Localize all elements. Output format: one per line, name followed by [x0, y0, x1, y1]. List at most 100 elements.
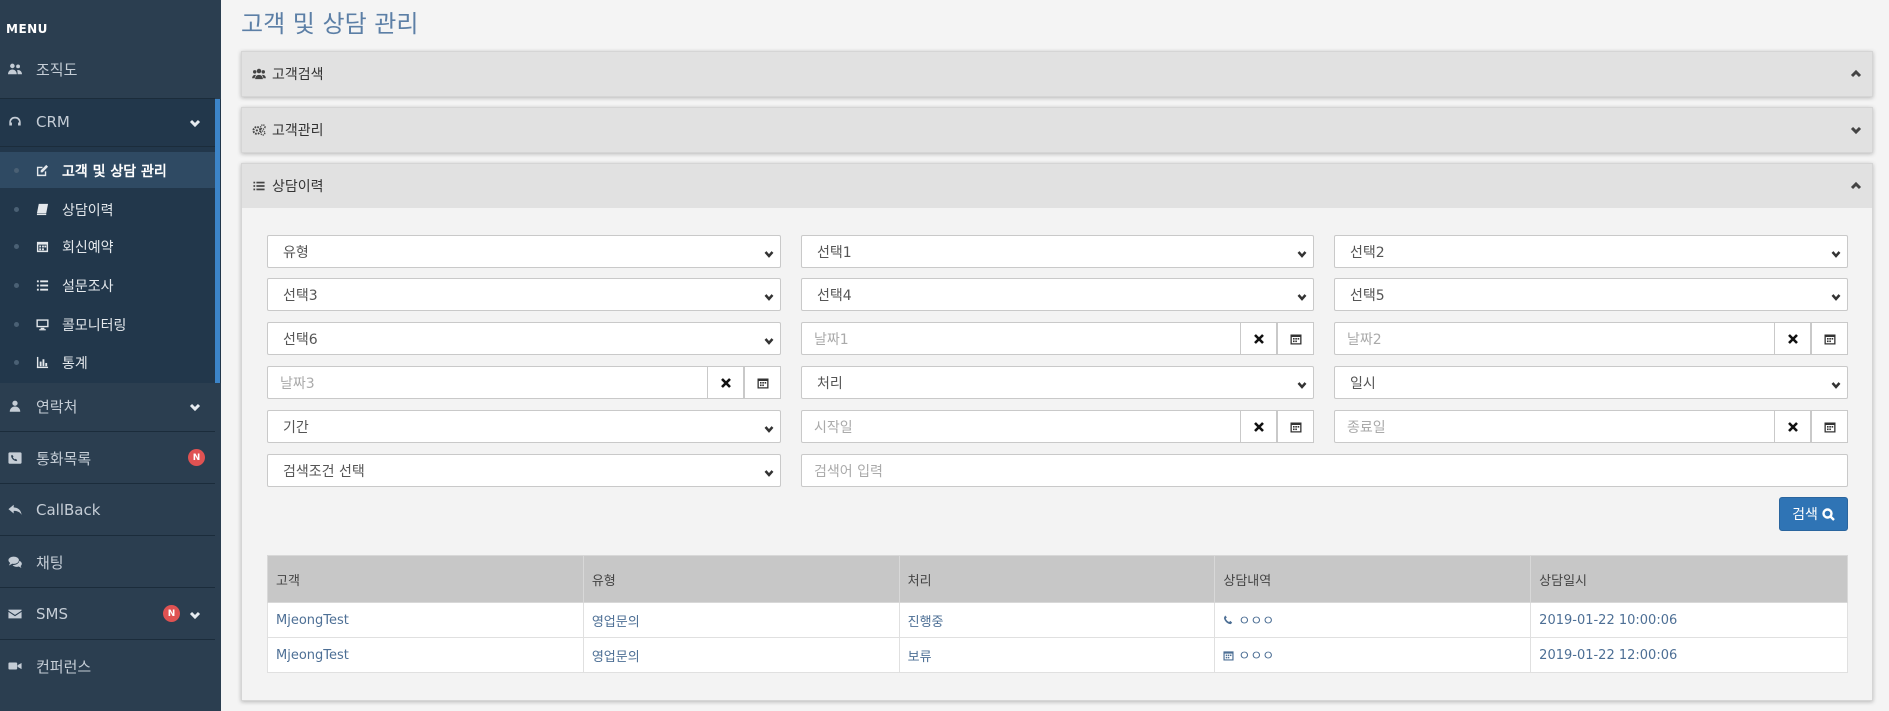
- envelope-icon: [6, 607, 24, 621]
- reply-icon: [6, 503, 24, 517]
- date2-input[interactable]: 날짜2: [1334, 322, 1848, 355]
- panel-header-customer-search[interactable]: 고객검색: [242, 52, 1872, 96]
- sidebar-item-chat[interactable]: 채팅: [0, 540, 221, 584]
- date2-calendar-button[interactable]: [1811, 322, 1848, 355]
- detail-text: ㅇㅇㅇ: [1238, 649, 1275, 664]
- chevron-down-icon: [764, 334, 774, 345]
- select1-select[interactable]: 선택1: [801, 235, 1314, 268]
- sidebar-subitem-callback-reservation[interactable]: 회신예약: [0, 228, 215, 264]
- type-cell: 영업문의: [582, 637, 900, 673]
- panel-header-consult-history[interactable]: 상담이력: [242, 164, 1872, 208]
- edit-icon: [34, 163, 50, 177]
- end-date-input[interactable]: 종료일: [1334, 410, 1848, 443]
- sidebar-subitem-statistics[interactable]: 통계: [0, 344, 215, 380]
- sidebar-subitem-consult-history[interactable]: 상담이력: [0, 191, 215, 227]
- search-condition-select[interactable]: 검색조건 선택: [267, 454, 781, 487]
- clear-date1-button[interactable]: [1240, 322, 1277, 355]
- clear-date2-button[interactable]: [1774, 322, 1811, 355]
- sidebar-item-contacts[interactable]: 연락처: [0, 384, 221, 428]
- detail-text: ㅇㅇㅇ: [1238, 614, 1275, 629]
- list-icon: [252, 180, 266, 192]
- table-row[interactable]: MjeongTest 영업문의 진행중 ㅇㅇㅇ 2019-01-22 10:00…: [267, 602, 1848, 638]
- calendar-icon: [757, 378, 768, 388]
- end-date-calendar-button[interactable]: [1811, 410, 1848, 443]
- book-icon: [34, 202, 50, 216]
- bullet-icon: [14, 207, 19, 212]
- select-value: 검색조건 선택: [283, 463, 365, 480]
- new-badge: N: [163, 605, 180, 622]
- menu-title: MENU: [6, 22, 48, 36]
- type-select[interactable]: 유형: [267, 235, 781, 268]
- chevron-down-icon: [189, 399, 201, 412]
- datetime-select[interactable]: 일시: [1334, 366, 1848, 399]
- select4-select[interactable]: 선택4: [801, 278, 1314, 311]
- users-icon: [252, 68, 266, 80]
- chevron-up-icon[interactable]: [1850, 180, 1862, 192]
- chevron-down-icon: [189, 607, 201, 620]
- column-header[interactable]: 유형: [582, 555, 900, 603]
- sidebar-item-conference[interactable]: 컨퍼런스: [0, 644, 221, 688]
- sidebar-item-crm[interactable]: CRM: [0, 100, 221, 144]
- start-date-input[interactable]: 시작일: [801, 410, 1314, 443]
- select2-select[interactable]: 선택2: [1334, 235, 1848, 268]
- keyword-input[interactable]: 검색어 입력: [801, 454, 1848, 487]
- date1-input[interactable]: 날짜1: [801, 322, 1314, 355]
- table-row[interactable]: MjeongTest 영업문의 보류 ㅇㅇㅇ 2019-01-22 12:00:…: [267, 637, 1848, 673]
- bullet-icon: [14, 244, 19, 249]
- sidebar-subitem-customer-consult[interactable]: 고객 및 상담 관리: [0, 152, 215, 188]
- close-icon: [720, 377, 731, 388]
- clear-end-date-button[interactable]: [1774, 410, 1811, 443]
- select3-select[interactable]: 선택3: [267, 278, 781, 311]
- column-header[interactable]: 고객: [267, 555, 584, 603]
- cogs-icon: [252, 124, 266, 136]
- chevron-down-icon[interactable]: [1850, 124, 1862, 136]
- sidebar-subitem-survey[interactable]: 설문조사: [0, 267, 215, 303]
- user-icon: [6, 399, 24, 413]
- divider: [0, 639, 215, 640]
- input-placeholder: 검색어 입력: [814, 463, 883, 480]
- calendar-icon: [1223, 650, 1234, 665]
- period-select[interactable]: 기간: [267, 410, 781, 443]
- sidebar-item-org-chart[interactable]: 조직도: [0, 47, 221, 91]
- search-button[interactable]: 검색: [1779, 497, 1848, 531]
- sidebar-item-call-list[interactable]: 통화목록 N: [0, 436, 221, 480]
- panel-title: 고객검색: [272, 67, 324, 83]
- clear-start-date-button[interactable]: [1240, 410, 1277, 443]
- select6-select[interactable]: 선택6: [267, 322, 781, 355]
- select-value: 선택6: [283, 331, 318, 348]
- chevron-up-icon[interactable]: [1850, 68, 1862, 80]
- column-header[interactable]: 상담내역: [1214, 555, 1532, 603]
- date3-calendar-button[interactable]: [744, 366, 781, 399]
- chevron-down-icon: [1831, 247, 1841, 258]
- date3-input[interactable]: 날짜3: [267, 366, 781, 399]
- sidebar-item-label: SMS: [36, 605, 68, 623]
- sidebar-item-label: 연락처: [36, 397, 78, 416]
- panel-header-customer-management[interactable]: 고객관리: [242, 108, 1872, 152]
- date1-calendar-button[interactable]: [1277, 322, 1314, 355]
- clear-date3-button[interactable]: [707, 366, 744, 399]
- select-value: 선택5: [1350, 287, 1385, 304]
- column-header[interactable]: 상담일시: [1530, 555, 1848, 603]
- select5-select[interactable]: 선택5: [1334, 278, 1848, 311]
- bullet-icon: [14, 360, 19, 365]
- select-value: 처리: [817, 375, 843, 392]
- sidebar-item-callback[interactable]: CallBack: [0, 488, 221, 532]
- select-value: 기간: [283, 419, 309, 436]
- process-cell: 보류: [898, 637, 1216, 673]
- sidebar-item-label: CRM: [36, 113, 70, 131]
- input-placeholder: 날짜2: [1347, 331, 1382, 348]
- customer-cell: MjeongTest: [267, 602, 584, 638]
- sidebar-subitem-call-monitoring[interactable]: 콜모니터링: [0, 306, 215, 342]
- process-select[interactable]: 처리: [801, 366, 1314, 399]
- sidebar-subitem-label: 회신예약: [62, 240, 114, 256]
- page-title: 고객 및 상담 관리: [241, 10, 419, 38]
- phone-icon: [1223, 615, 1234, 630]
- table-header-row: 고객 유형 처리 상담내역 상담일시: [267, 555, 1848, 603]
- select-value: 선택2: [1350, 244, 1385, 261]
- divider: [0, 146, 215, 147]
- consult-history-table: 고객 유형 처리 상담내역 상담일시 MjeongTest 영업문의 진행중 ㅇ…: [267, 555, 1848, 673]
- column-header[interactable]: 처리: [898, 555, 1216, 603]
- chevron-down-icon: [764, 247, 774, 258]
- sidebar-item-sms[interactable]: SMS N: [0, 592, 221, 636]
- start-date-calendar-button[interactable]: [1277, 410, 1314, 443]
